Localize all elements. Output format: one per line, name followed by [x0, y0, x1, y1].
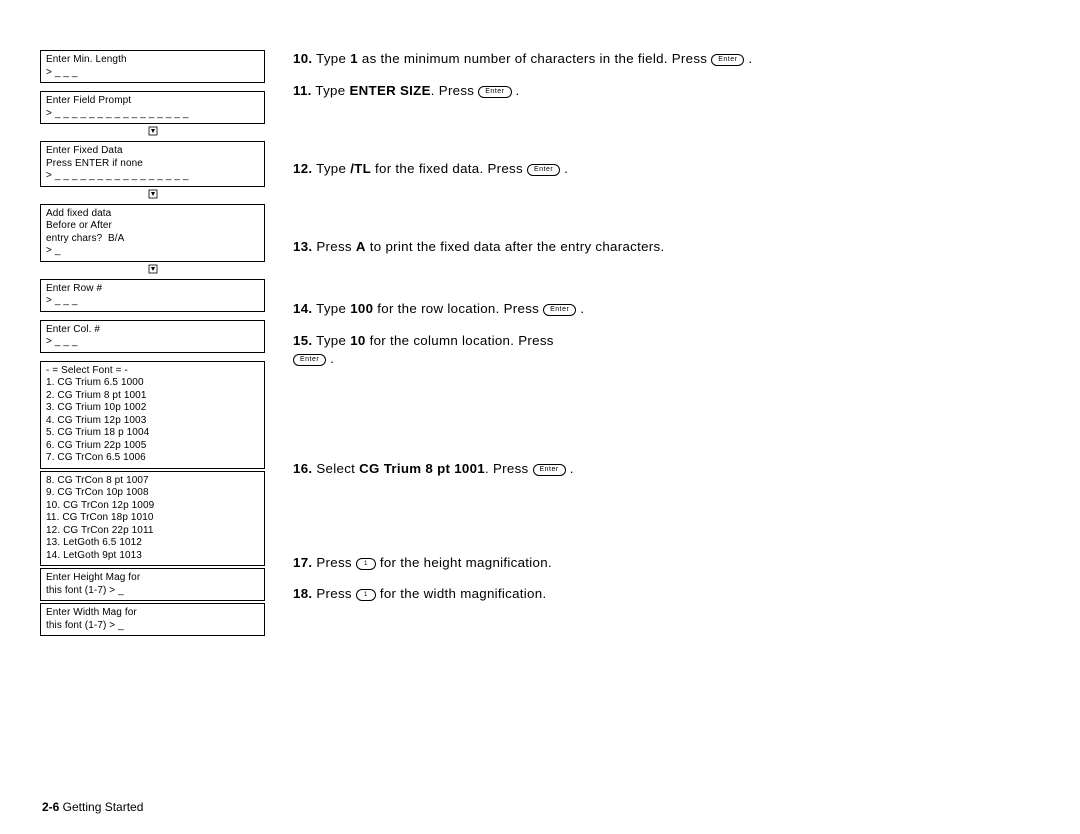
- step-text: for the column location. Press: [366, 333, 554, 348]
- step-number: 17.: [293, 555, 312, 570]
- step-number: 16.: [293, 461, 312, 476]
- step-bold: ENTER SIZE: [349, 83, 430, 98]
- step-text: Press: [316, 555, 355, 570]
- step-bold: 100: [350, 301, 373, 316]
- step-number: 14.: [293, 301, 312, 316]
- arrow-icon: [40, 189, 265, 201]
- enter-key-icon: Enter: [533, 464, 566, 476]
- step-bold: CG Trium 8 pt 1001: [359, 461, 485, 476]
- panel-field-prompt: Enter Field Prompt > _ _ _ _ _ _ _ _ _ _…: [40, 91, 265, 124]
- step-bold: 1: [350, 51, 358, 66]
- step-number: 15.: [293, 333, 312, 348]
- period: .: [560, 161, 568, 176]
- panel-row: Enter Row # > _ _ _: [40, 279, 265, 312]
- step-number: 12.: [293, 161, 312, 176]
- period: .: [744, 51, 752, 66]
- step-text: for the row location. Press: [373, 301, 543, 316]
- step-15: 15. Type 10 for the column location. Pre…: [293, 332, 1040, 368]
- footer-title: Getting Started: [59, 800, 143, 814]
- arrow-icon: [40, 126, 265, 138]
- panel-height-mag: Enter Height Mag for this font (1-7) > _: [40, 568, 265, 601]
- step-text: for the height magnification.: [376, 555, 552, 570]
- step-12: 12. Type /TL for the fixed data. Press E…: [293, 160, 1040, 178]
- panel-min-length: Enter Min. Length > _ _ _: [40, 50, 265, 83]
- enter-key-icon: Enter: [478, 86, 511, 98]
- step-text: Type: [315, 83, 349, 98]
- step-text: for the fixed data. Press: [371, 161, 527, 176]
- step-11: 11. Type ENTER SIZE. Press Enter .: [293, 82, 1040, 100]
- panel-fixed-data: Enter Fixed Data Press ENTER if none > _…: [40, 141, 265, 187]
- step-text: Type: [316, 333, 350, 348]
- panel-col: Enter Col. # > _ _ _: [40, 320, 265, 353]
- step-number: 18.: [293, 586, 312, 601]
- page-footer: 2-6 Getting Started: [42, 800, 143, 814]
- period: .: [512, 83, 520, 98]
- step-number: 13.: [293, 239, 312, 254]
- arrow-icon: [40, 264, 265, 276]
- step-text: Press: [316, 586, 355, 601]
- step-text: Type: [316, 161, 350, 176]
- enter-key-icon: Enter: [527, 164, 560, 176]
- panel-width-mag: Enter Width Mag for this font (1-7) > _: [40, 603, 265, 636]
- period: .: [566, 461, 574, 476]
- panel-add-fixed: Add fixed data Before or After entry cha…: [40, 204, 265, 262]
- page-number: 2-6: [42, 800, 59, 814]
- step-text: as the minimum number of characters in t…: [358, 51, 711, 66]
- step-text: . Press: [485, 461, 532, 476]
- step-text: for the width magnification.: [376, 586, 547, 601]
- step-18: 18. Press 1 for the width magnification.: [293, 585, 1040, 603]
- step-bold: A: [356, 239, 366, 254]
- step-text: . Press: [431, 83, 478, 98]
- period: .: [576, 301, 584, 316]
- one-key-icon: 1: [356, 589, 376, 601]
- step-text: Press: [316, 239, 355, 254]
- step-number: 10.: [293, 51, 312, 66]
- step-13: 13. Press A to print the fixed data afte…: [293, 238, 1040, 256]
- enter-key-icon: Enter: [543, 304, 576, 316]
- one-key-icon: 1: [356, 558, 376, 570]
- step-text: Type: [316, 51, 350, 66]
- panel-fonts-1: - = Select Font = - 1. CG Trium 6.5 1000…: [40, 361, 265, 469]
- step-17: 17. Press 1 for the height magnification…: [293, 554, 1040, 572]
- step-number: 11.: [293, 83, 312, 98]
- enter-key-icon: Enter: [711, 54, 744, 66]
- period: .: [326, 351, 334, 366]
- step-bold: /TL: [350, 161, 371, 176]
- right-column: 10. Type 1 as the minimum number of char…: [293, 50, 1040, 780]
- step-text: Select: [316, 461, 359, 476]
- step-14: 14. Type 100 for the row location. Press…: [293, 300, 1040, 318]
- panel-fonts-2: 8. CG TrCon 8 pt 1007 9. CG TrCon 10p 10…: [40, 471, 265, 567]
- step-text: to print the fixed data after the entry …: [366, 239, 665, 254]
- step-bold: 10: [350, 333, 365, 348]
- left-column: Enter Min. Length > _ _ _ Enter Field Pr…: [40, 50, 265, 780]
- step-text: Type: [316, 301, 350, 316]
- enter-key-icon: Enter: [293, 354, 326, 366]
- step-10: 10. Type 1 as the minimum number of char…: [293, 50, 1040, 68]
- step-16: 16. Select CG Trium 8 pt 1001. Press Ent…: [293, 460, 1040, 478]
